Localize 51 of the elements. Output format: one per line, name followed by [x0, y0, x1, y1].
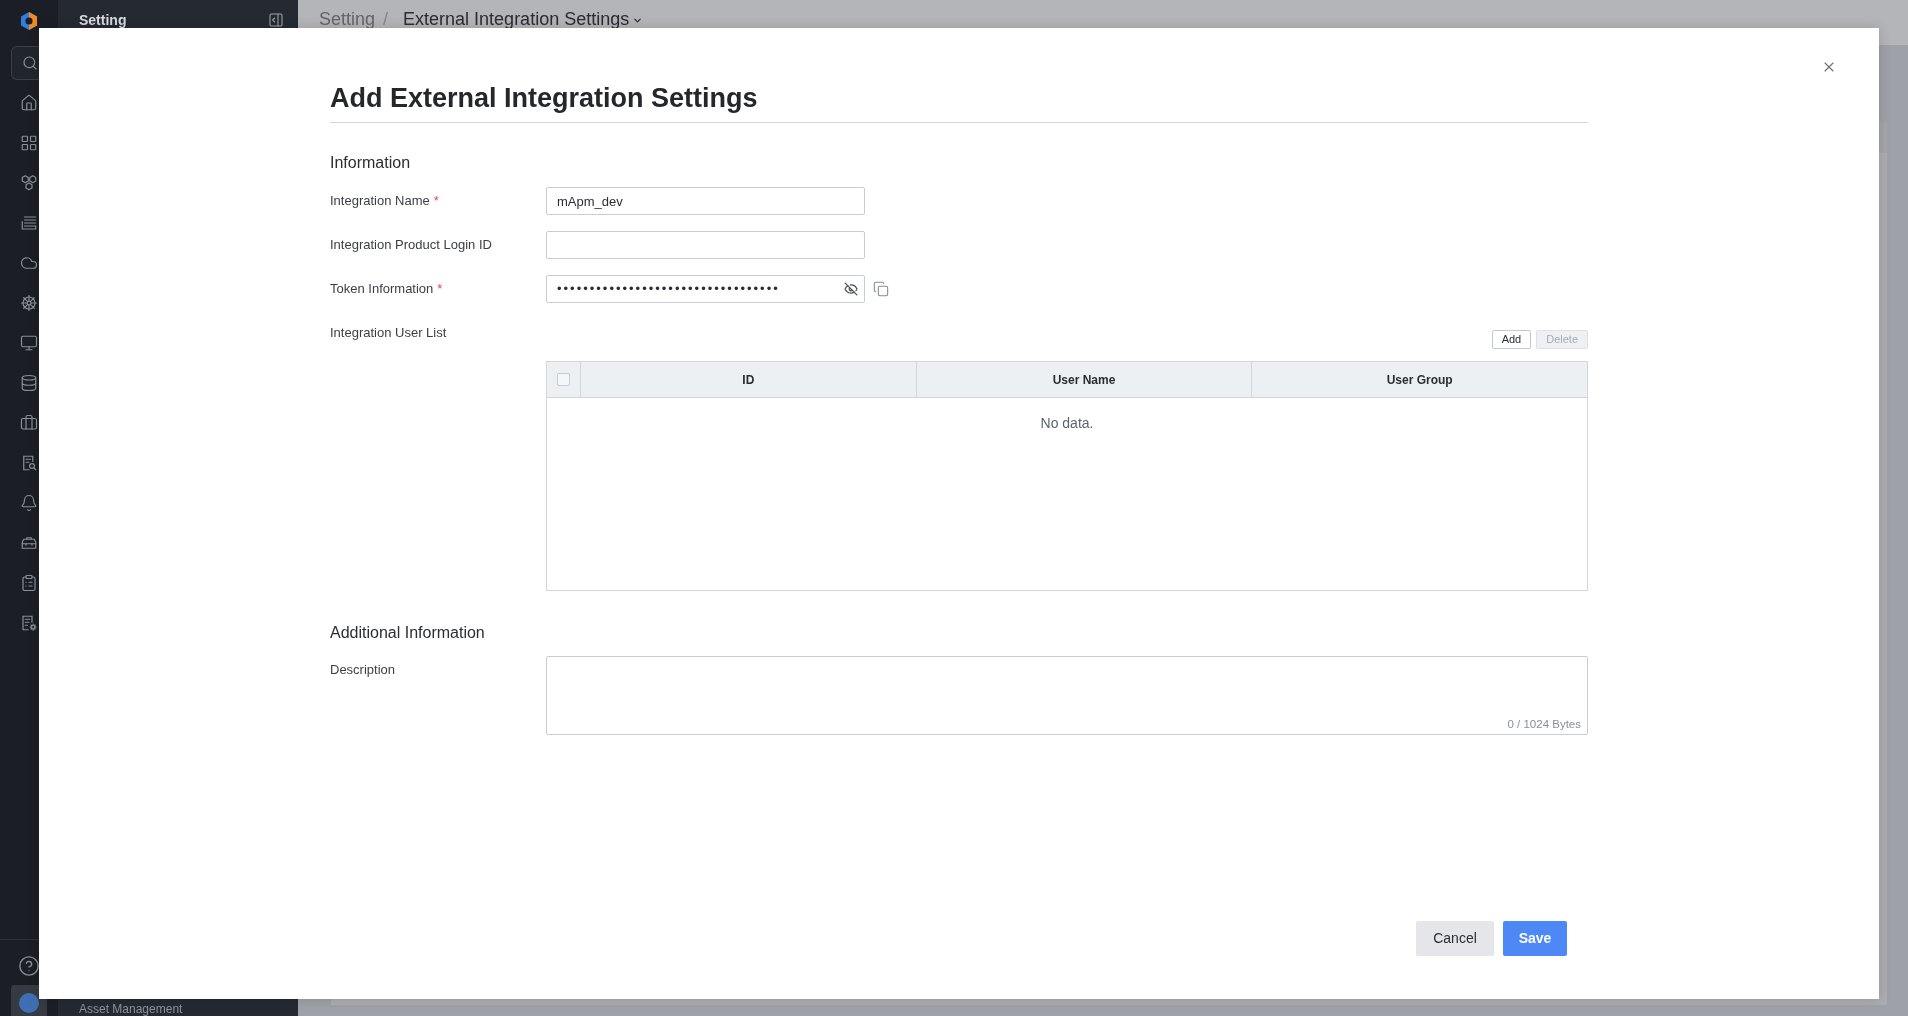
- stack-icon[interactable]: [20, 214, 38, 232]
- field-label: Integration Name: [330, 194, 430, 208]
- text-field[interactable]: [546, 231, 865, 259]
- description-field[interactable]: [546, 656, 1588, 735]
- cancel-button[interactable]: Cancel: [1416, 921, 1494, 956]
- select-all-checkbox[interactable]: [557, 373, 570, 386]
- sidebar-item[interactable]: Asset Management: [58, 1002, 298, 1016]
- briefcase-icon[interactable]: [20, 414, 38, 432]
- section-title: Additional Information: [330, 624, 486, 642]
- search-button[interactable]: [11, 46, 39, 80]
- column-header: ID: [581, 362, 917, 397]
- field-label: Description: [330, 663, 396, 677]
- help-icon[interactable]: [18, 955, 40, 977]
- document-search-icon[interactable]: [20, 454, 38, 472]
- add-button[interactable]: Add: [1491, 330, 1532, 349]
- sidebar-title: Setting: [79, 12, 127, 28]
- search-icon: [22, 55, 38, 71]
- logo-icon[interactable]: [19, 11, 39, 31]
- collapse-panel-icon[interactable]: [268, 12, 284, 28]
- bell-icon[interactable]: [20, 494, 38, 512]
- database-icon[interactable]: [20, 374, 38, 392]
- document-gear-icon[interactable]: [20, 614, 38, 632]
- token-field[interactable]: ••••••••••••••••••••••••••••••••••: [546, 275, 865, 303]
- chevron-down-icon[interactable]: [632, 15, 644, 26]
- required-asterisk: *: [437, 282, 443, 296]
- hexagons-icon[interactable]: [20, 174, 38, 192]
- clipboard-icon[interactable]: [20, 574, 38, 592]
- toolbox-icon[interactable]: [20, 534, 38, 552]
- cloud-icon[interactable]: [20, 254, 38, 272]
- avatar-icon: [19, 993, 39, 1013]
- field-label: Integration User List: [330, 326, 447, 340]
- eye-off-icon[interactable]: [844, 282, 858, 296]
- dialog-title: Add External Integration Settings: [330, 81, 1588, 123]
- text-field[interactable]: mApm_dev: [546, 187, 865, 215]
- copy-icon[interactable]: [873, 281, 889, 297]
- byte-counter: 0 / 1024 Bytes: [1507, 718, 1581, 731]
- field-label: Token Information: [330, 282, 434, 296]
- wheel-icon[interactable]: [20, 294, 38, 312]
- monitor-icon[interactable]: [20, 334, 38, 352]
- section-title: Information: [330, 154, 412, 172]
- grid-icon[interactable]: [20, 134, 38, 152]
- breadcrumb-item[interactable]: External Integration Settings: [403, 11, 630, 28]
- column-header: User Name: [916, 362, 1253, 397]
- required-asterisk: *: [433, 194, 439, 208]
- column-header: User Group: [1385, 371, 1454, 389]
- save-button[interactable]: Save: [1503, 921, 1567, 956]
- home-icon[interactable]: [20, 94, 38, 112]
- breadcrumb-separator: /: [383, 11, 389, 28]
- field-label: Integration Product Login ID: [330, 238, 492, 252]
- profile-button[interactable]: [11, 985, 47, 1016]
- empty-message: No data.: [1040, 415, 1094, 431]
